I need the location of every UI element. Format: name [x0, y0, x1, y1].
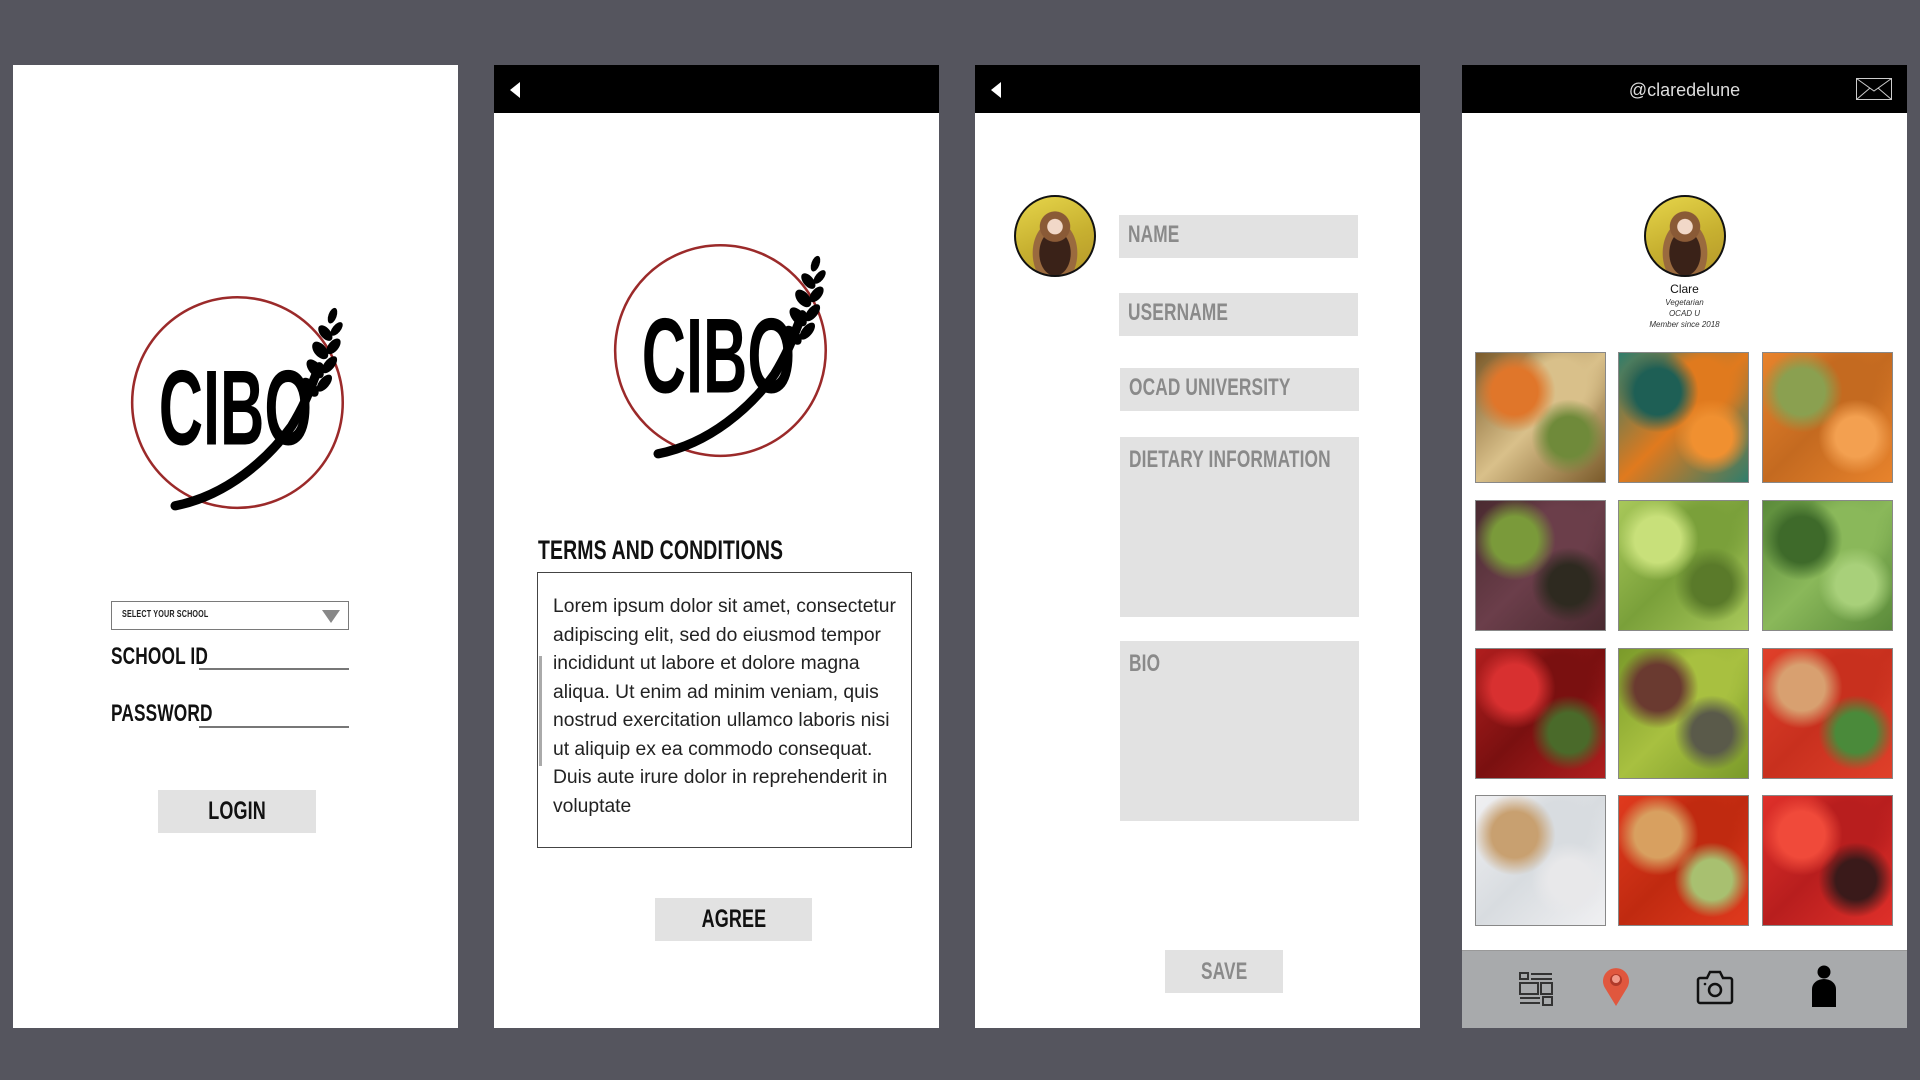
terms-text-box[interactable]: Lorem ipsum dolor sit amet, consectetur … — [537, 572, 912, 848]
school-id-label: SCHOOL ID — [111, 643, 208, 670]
profile-name: Clare — [1670, 282, 1699, 296]
photo-tile[interactable] — [1618, 648, 1749, 779]
username-field[interactable]: USERNAME — [1119, 293, 1358, 336]
photo-tile[interactable] — [1618, 795, 1749, 926]
chevron-down-icon — [322, 610, 340, 623]
profile-screen: @claredelune Clare Vegetarian OCAD U Mem… — [1462, 65, 1907, 1028]
dietary-info-field[interactable]: DIETARY INFORMATION — [1120, 437, 1359, 617]
top-bar: @claredelune — [1462, 65, 1907, 113]
name-field[interactable]: NAME — [1119, 215, 1358, 258]
terms-screen: TERMS AND CONDITIONS Lorem ipsum dolor s… — [494, 65, 939, 1028]
bio-field[interactable]: BIO — [1120, 641, 1359, 821]
password-input[interactable] — [199, 726, 349, 728]
photo-tile[interactable] — [1762, 500, 1893, 631]
mail-icon[interactable] — [1856, 78, 1892, 100]
school-select[interactable]: SELECT YOUR SCHOOL — [111, 601, 349, 630]
bottom-nav — [1462, 950, 1907, 1028]
profile-icon[interactable] — [1810, 965, 1838, 1007]
school-select-value: SELECT YOUR SCHOOL — [122, 609, 209, 620]
username-handle: @claredelune — [1628, 80, 1741, 100]
terms-body: Lorem ipsum dolor sit amet, consectetur … — [553, 596, 896, 817]
profile-school: OCAD U — [1668, 309, 1701, 318]
back-arrow-icon[interactable] — [991, 82, 1001, 98]
edit-profile-screen: NAME USERNAME OCAD UNIVERSITY DIETARY IN… — [975, 65, 1420, 1028]
feed-icon[interactable] — [1518, 971, 1554, 1007]
scrollbar[interactable] — [539, 656, 542, 766]
login-screen: SELECT YOUR SCHOOL SCHOOL ID PASSWORD LO… — [13, 65, 458, 1028]
map-pin-icon[interactable] — [1602, 967, 1630, 1007]
profile-diet: Vegetarian — [1665, 298, 1704, 307]
login-button[interactable]: LOGIN — [158, 790, 316, 833]
avatar[interactable] — [1014, 195, 1096, 277]
photo-tile[interactable] — [1762, 795, 1893, 926]
photo-tile[interactable] — [1618, 500, 1749, 631]
photo-tile[interactable] — [1762, 648, 1893, 779]
agree-button[interactable]: AGREE — [655, 898, 812, 941]
photo-tile[interactable] — [1618, 352, 1749, 483]
school-field[interactable]: OCAD UNIVERSITY — [1120, 368, 1359, 411]
cibo-logo — [125, 285, 355, 515]
photo-tile[interactable] — [1762, 352, 1893, 483]
photo-tile[interactable] — [1475, 795, 1606, 926]
school-id-input[interactable] — [199, 668, 349, 670]
terms-heading: TERMS AND CONDITIONS — [538, 535, 784, 565]
top-bar — [975, 65, 1420, 113]
photo-tile[interactable] — [1475, 648, 1606, 779]
save-button[interactable]: SAVE — [1165, 950, 1283, 993]
profile-avatar — [1644, 195, 1726, 277]
cibo-logo — [608, 233, 838, 463]
camera-icon[interactable] — [1696, 969, 1734, 1005]
top-bar — [494, 65, 939, 113]
photo-tile[interactable] — [1475, 500, 1606, 631]
back-arrow-icon[interactable] — [510, 82, 520, 98]
photo-tile[interactable] — [1475, 352, 1606, 483]
password-label: PASSWORD — [111, 700, 213, 727]
profile-member-since: Member since 2018 — [1649, 320, 1720, 329]
